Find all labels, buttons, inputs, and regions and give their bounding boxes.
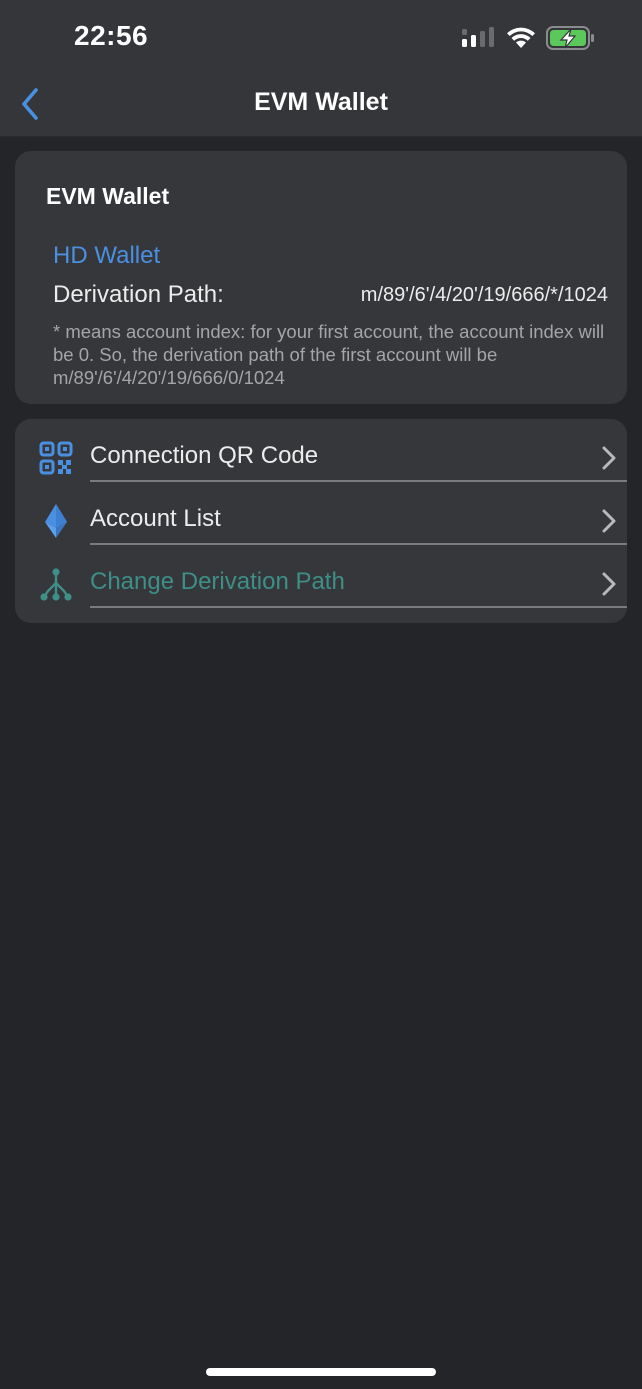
qr-code-icon xyxy=(37,439,75,477)
navigation-header: 22:56 EVM Wallet xyxy=(0,0,642,137)
derivation-path-note: * means account index: for your first ac… xyxy=(53,321,605,388)
wifi-icon xyxy=(507,27,535,48)
page-title: EVM Wallet xyxy=(254,88,388,116)
chevron-right-icon xyxy=(602,572,616,596)
menu-item-account-list[interactable]: Account List xyxy=(15,482,627,545)
home-indicator[interactable] xyxy=(206,1368,436,1376)
menu-item-label: Change Derivation Path xyxy=(90,568,345,595)
divider xyxy=(90,606,627,608)
wallet-card-title: EVM Wallet xyxy=(46,183,170,209)
menu-item-change-derivation-path[interactable]: Change Derivation Path xyxy=(15,545,627,608)
cellular-signal-icon xyxy=(462,27,494,47)
menu-item-label: Account List xyxy=(90,505,221,532)
derivation-path-label: Derivation Path: xyxy=(53,281,224,308)
derivation-tree-icon xyxy=(37,565,75,603)
battery-charging-icon xyxy=(546,26,594,50)
status-time: 22:56 xyxy=(74,20,149,51)
chevron-right-icon xyxy=(602,509,616,533)
menu-item-connection-qr-code[interactable]: Connection QR Code xyxy=(15,419,627,482)
menu-item-label: Connection QR Code xyxy=(90,442,319,469)
wallet-info-card: EVM Wallet HD Wallet Derivation Path: m/… xyxy=(15,151,627,404)
wallet-type-label: HD Wallet xyxy=(53,242,161,269)
chevron-right-icon xyxy=(602,446,616,470)
ethereum-icon xyxy=(37,502,75,540)
derivation-path-value: m/89'/6'/4/20'/19/666/*/1024 xyxy=(360,284,608,306)
wallet-menu-list: Connection QR Code Account List Change D… xyxy=(15,419,627,623)
